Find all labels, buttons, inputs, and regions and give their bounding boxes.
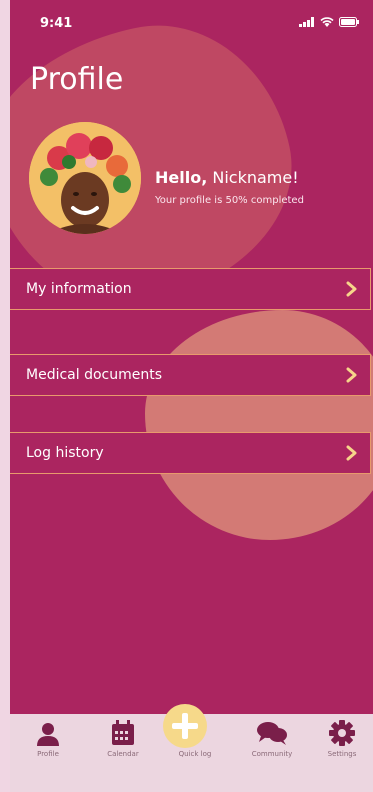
greeting-nickname: Nickname!	[212, 168, 299, 187]
signal-icon	[299, 17, 314, 27]
menu-item-log-history[interactable]: Log history	[10, 432, 371, 474]
tab-label: Calendar	[107, 750, 139, 758]
tab-label: Profile	[37, 750, 59, 758]
menu-item-my-information[interactable]: My information	[10, 268, 371, 310]
chevron-right-icon	[346, 281, 357, 297]
tab-calendar[interactable]: Calendar	[93, 714, 153, 758]
status-time: 9:41	[40, 16, 73, 31]
status-bar: 9:41	[10, 0, 373, 44]
decorative-blob-middle	[145, 310, 373, 540]
menu-item-medical-documents[interactable]: Medical documents	[10, 354, 371, 396]
avatar[interactable]	[29, 122, 141, 234]
tab-community[interactable]: Community	[242, 714, 302, 758]
menu-item-label: Medical documents	[26, 367, 163, 383]
chevron-right-icon	[346, 445, 357, 461]
page-title: Profile	[30, 62, 124, 97]
status-icons	[299, 17, 359, 27]
menu-item-label: My information	[26, 281, 132, 297]
profile-completion-text: Your profile is 50% completed	[155, 195, 304, 206]
profile-screen: 9:41 Profile Hello, Nickname! Your profi…	[10, 0, 373, 792]
battery-icon	[339, 17, 359, 27]
menu-item-label: Log history	[26, 445, 104, 461]
tab-label: Settings	[327, 750, 357, 758]
tab-profile[interactable]: Profile	[18, 714, 78, 758]
tab-settings[interactable]: Settings	[312, 714, 372, 758]
chevron-right-icon	[346, 367, 357, 383]
gear-icon	[329, 720, 355, 746]
bottom-tab-bar: Profile Calendar Quick log Community Set…	[10, 704, 373, 792]
chat-bubbles-icon	[257, 722, 287, 745]
greeting: Hello, Nickname!	[155, 168, 299, 187]
avatar-image	[29, 122, 141, 234]
greeting-hello: Hello,	[155, 168, 208, 187]
tab-label: Quick log	[178, 750, 212, 758]
person-icon	[37, 723, 59, 746]
quick-log-button[interactable]	[163, 704, 207, 748]
plus-icon	[172, 713, 198, 739]
tab-label: Community	[251, 750, 293, 758]
wifi-icon	[320, 17, 334, 27]
calendar-icon	[112, 720, 134, 745]
